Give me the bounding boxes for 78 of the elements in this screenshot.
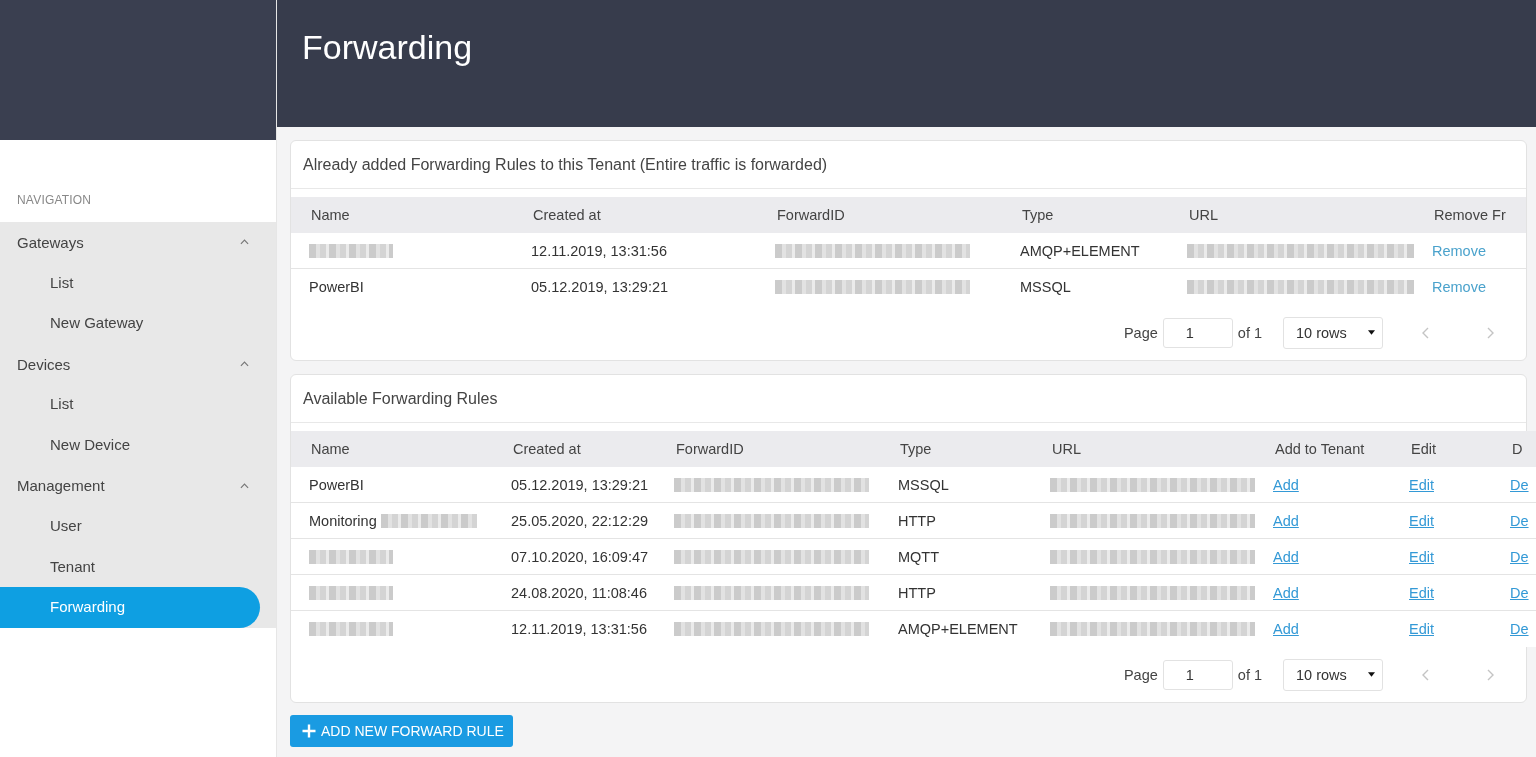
created-at-text: 05.12.2019, 13:29:21 bbox=[511, 476, 649, 493]
caret-down-icon bbox=[1368, 672, 1375, 677]
column-header: Name bbox=[310, 441, 351, 457]
nav-item[interactable]: New Device bbox=[0, 424, 260, 466]
rule-name: PowerBI bbox=[309, 279, 364, 295]
nav-item[interactable]: User bbox=[0, 506, 260, 547]
delete-link[interactable]: De bbox=[1510, 621, 1529, 637]
card-title: Available Forwarding Rules bbox=[303, 389, 498, 408]
nav-group-item[interactable]: Management bbox=[0, 465, 276, 507]
edit-link[interactable]: Edit bbox=[1409, 512, 1434, 529]
add-link[interactable]: Add bbox=[1273, 621, 1299, 637]
rule-type: AMQP+ELEMENT bbox=[1020, 242, 1140, 259]
chevron-left-icon bbox=[1421, 668, 1429, 681]
rule-type: MQTT bbox=[898, 548, 940, 565]
column-header: Name bbox=[310, 207, 351, 223]
add-link[interactable]: Add bbox=[1273, 512, 1299, 529]
column-header: Edit bbox=[1410, 441, 1437, 457]
column-header: Created at bbox=[512, 441, 582, 457]
rule-type: HTTP bbox=[898, 584, 936, 601]
rule-type: MSSQL bbox=[898, 476, 949, 493]
column-header: Type bbox=[1021, 207, 1055, 223]
nav-group-item[interactable]: Devices bbox=[0, 343, 276, 385]
remove-link[interactable]: Remove bbox=[1432, 279, 1486, 295]
delete-link[interactable]: De bbox=[1510, 584, 1529, 601]
chevron-right-icon bbox=[1486, 326, 1494, 339]
created-at-text: 05.12.2019, 13:29:21 bbox=[531, 279, 669, 295]
rows-per-page-select[interactable]: 10 rows bbox=[1283, 658, 1383, 691]
created-at-text: 12.11.2019, 13:31:56 bbox=[511, 621, 647, 637]
rule-type: MSSQL bbox=[1020, 279, 1071, 295]
column-header: Remove Fr bbox=[1433, 207, 1507, 223]
delete-link[interactable]: De bbox=[1510, 476, 1529, 493]
column-header: D bbox=[1511, 441, 1524, 457]
chevron-right-icon bbox=[1486, 668, 1494, 681]
remove-link[interactable]: Remove bbox=[1432, 242, 1486, 259]
page-input[interactable]: 1 bbox=[1162, 317, 1233, 348]
created-at-text: 12.11.2019, 13:31:56 bbox=[531, 242, 667, 259]
created-at-text: 24.08.2020, 11:08:46 bbox=[511, 584, 647, 601]
edit-link[interactable]: Edit bbox=[1409, 621, 1434, 637]
page-count: of 1 bbox=[1237, 666, 1262, 683]
rule-name: Monitoring bbox=[309, 512, 377, 529]
edit-link[interactable]: Edit bbox=[1409, 476, 1434, 493]
chevron-left-icon bbox=[1421, 326, 1429, 339]
nav-item[interactable]: Tenant bbox=[0, 546, 260, 588]
nav-item[interactable]: List bbox=[0, 384, 260, 425]
rule-type: AMQP+ELEMENT bbox=[898, 621, 1018, 637]
add-link[interactable]: Add bbox=[1273, 476, 1299, 493]
column-header: URL bbox=[1188, 207, 1219, 223]
plus-icon bbox=[302, 724, 316, 738]
delete-link[interactable]: De bbox=[1510, 512, 1529, 529]
delete-link[interactable]: De bbox=[1510, 548, 1529, 565]
rule-type: HTTP bbox=[898, 512, 936, 529]
add-link[interactable]: Add bbox=[1273, 548, 1299, 565]
column-header: Created at bbox=[532, 207, 602, 223]
add-link[interactable]: Add bbox=[1273, 584, 1299, 601]
page-title: Forwarding bbox=[302, 27, 473, 67]
page-input[interactable]: 1 bbox=[1162, 659, 1233, 690]
nav-item[interactable]: List bbox=[0, 262, 260, 304]
nav-item[interactable]: Forwarding bbox=[0, 587, 260, 628]
page-label: Page bbox=[1123, 324, 1158, 341]
column-header: ForwardID bbox=[776, 207, 846, 223]
edit-link[interactable]: Edit bbox=[1409, 548, 1434, 565]
column-header: Type bbox=[899, 441, 933, 457]
edit-link[interactable]: Edit bbox=[1409, 584, 1434, 601]
rows-per-page-select[interactable]: 10 rows bbox=[1283, 316, 1383, 349]
page-count: of 1 bbox=[1237, 324, 1262, 341]
created-at-text: 25.05.2020, 22:12:29 bbox=[511, 512, 649, 529]
rule-name: PowerBI bbox=[309, 476, 364, 493]
column-header: ForwardID bbox=[675, 441, 745, 457]
page-label: Page bbox=[1123, 666, 1158, 683]
nav-item[interactable]: New Gateway bbox=[0, 303, 260, 344]
column-header: Add to Tenant bbox=[1274, 441, 1366, 457]
card-title: Already added Forwarding Rules to this Tenant (Entire traffic is forwarded) bbox=[303, 155, 828, 174]
nav-heading: NAVIGATION bbox=[16, 192, 93, 209]
created-at-text: 07.10.2020, 16:09:47 bbox=[511, 548, 649, 565]
caret-down-icon bbox=[1368, 330, 1375, 335]
column-header: URL bbox=[1051, 441, 1082, 457]
add-forward-rule-button[interactable]: ADD NEW FORWARD RULE bbox=[290, 715, 513, 747]
nav-group-item[interactable]: Gateways bbox=[0, 222, 276, 263]
